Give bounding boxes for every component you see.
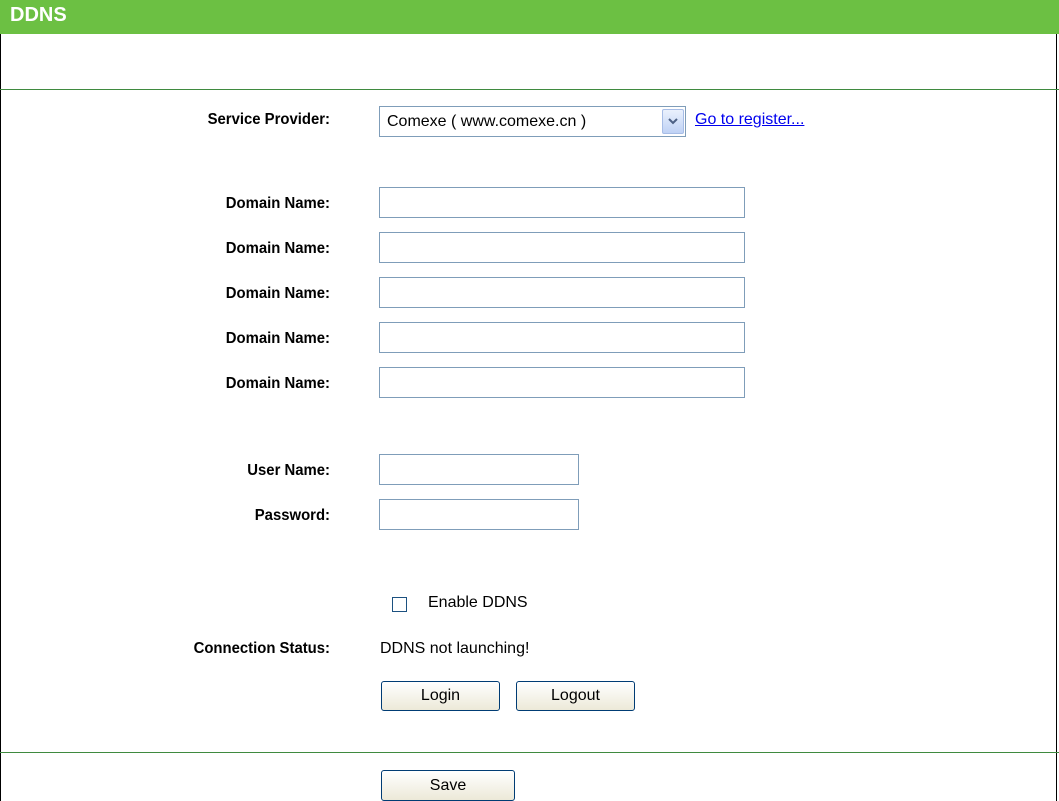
- top-divider: [0, 89, 1059, 90]
- logout-button[interactable]: Logout: [516, 681, 635, 711]
- domain-name-input-3[interactable]: [379, 277, 745, 308]
- domain-name-label-2: Domain Name:: [225, 240, 330, 257]
- enable-ddns-checkbox[interactable]: [392, 597, 407, 612]
- bottom-divider: [0, 752, 1059, 753]
- service-provider-label: Service Provider:: [207, 111, 330, 128]
- domain-name-label-1: Domain Name:: [225, 195, 330, 212]
- domain-name-input-2[interactable]: [379, 232, 745, 263]
- page-title: DDNS: [10, 4, 67, 26]
- user-name-input[interactable]: [379, 454, 579, 485]
- connection-status-value: DDNS not launching!: [380, 640, 530, 657]
- save-button[interactable]: Save: [381, 770, 515, 801]
- go-to-register-link[interactable]: Go to register...: [695, 111, 804, 129]
- title-bar: DDNS: [0, 0, 1059, 34]
- chevron-down-icon: [668, 118, 678, 125]
- service-provider-select[interactable]: Comexe ( www.comexe.cn ): [379, 106, 686, 137]
- domain-name-input-5[interactable]: [379, 367, 745, 398]
- password-input[interactable]: [379, 499, 579, 530]
- domain-name-label-4: Domain Name:: [225, 330, 330, 347]
- domain-name-input-1[interactable]: [379, 187, 745, 218]
- password-label: Password:: [254, 507, 330, 524]
- domain-name-label-3: Domain Name:: [225, 285, 330, 302]
- domain-name-input-4[interactable]: [379, 322, 745, 353]
- connection-status-label: Connection Status:: [193, 640, 330, 657]
- service-provider-selected-value: Comexe ( www.comexe.cn ): [387, 113, 587, 130]
- user-name-label: User Name:: [247, 462, 330, 479]
- domain-name-label-5: Domain Name:: [225, 375, 330, 392]
- login-button[interactable]: Login: [381, 681, 500, 711]
- enable-ddns-label: Enable DDNS: [428, 594, 528, 611]
- dropdown-arrow-button[interactable]: [662, 109, 684, 134]
